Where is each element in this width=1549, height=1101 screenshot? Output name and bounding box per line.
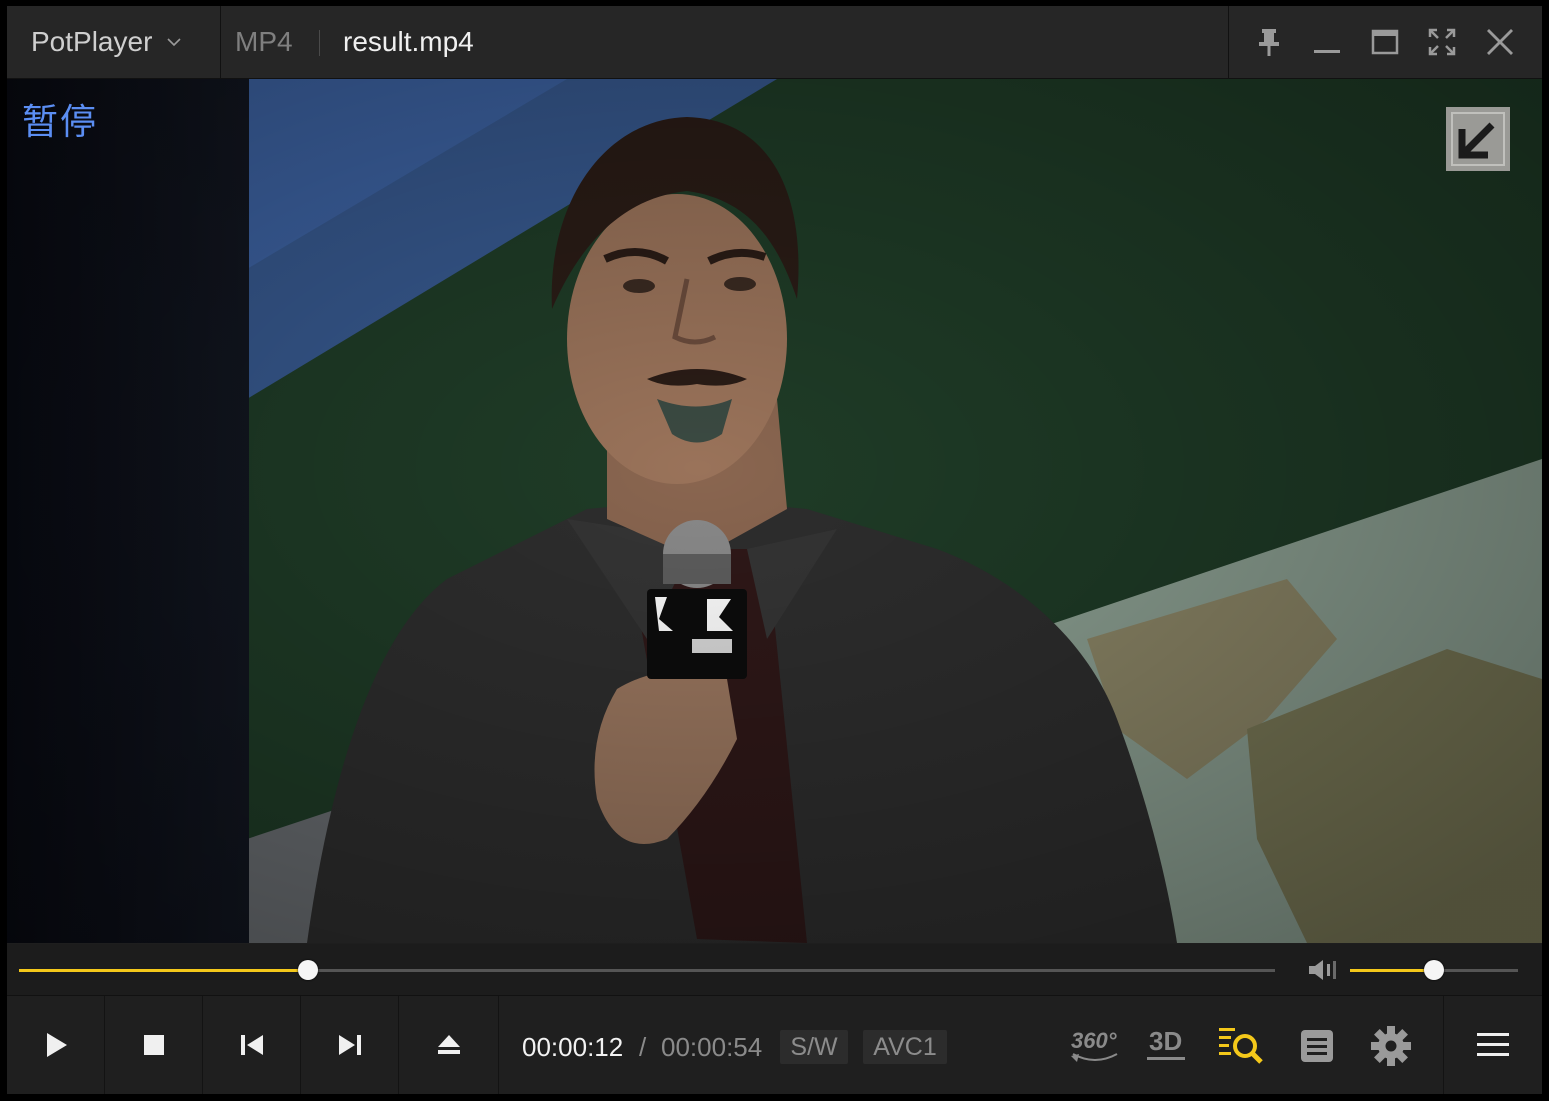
skip-previous-icon — [240, 1035, 263, 1055]
3d-label: 3D — [1149, 1026, 1182, 1056]
3d-mode-button[interactable]: 3D — [1145, 1022, 1193, 1070]
total-time[interactable]: 00:00:54 — [661, 1032, 762, 1063]
play-icon — [46, 1033, 67, 1057]
app-name: PotPlayer — [31, 26, 153, 57]
pin-icon[interactable] — [1253, 26, 1285, 58]
window-controls — [1228, 6, 1542, 78]
volume-slider[interactable] — [1350, 958, 1518, 982]
next-button[interactable] — [301, 996, 399, 1094]
vr-360-button[interactable]: 360° — [1069, 1022, 1118, 1070]
skip-next-icon — [338, 1035, 361, 1055]
stop-button[interactable] — [105, 996, 203, 1094]
playlist-icon — [1301, 1030, 1333, 1062]
minimize-icon[interactable] — [1311, 26, 1343, 58]
video-surface[interactable]: 暂停 — [7, 79, 1542, 943]
settings-button[interactable] — [1367, 1022, 1415, 1070]
search-subtitles-button[interactable] — [1217, 1022, 1265, 1070]
list-search-icon — [1219, 1028, 1263, 1064]
time-separator: / — [639, 1032, 647, 1062]
file-name: result.mp4 — [343, 26, 474, 57]
codec-badge[interactable]: AVC1 — [863, 1030, 947, 1064]
seek-bar[interactable] — [19, 958, 1275, 982]
3d-icon: 3D — [1147, 1026, 1185, 1060]
decoder-badge[interactable]: S/W — [780, 1030, 848, 1064]
video-frame — [7, 79, 1542, 943]
previous-button[interactable] — [203, 996, 301, 1094]
vr-360-icon: 360° — [1071, 1028, 1118, 1062]
seek-handle[interactable] — [297, 960, 318, 980]
close-icon[interactable] — [1484, 26, 1516, 58]
main-menu-button[interactable] — [1443, 996, 1542, 1094]
title-bar: PotPlayer MP4 result.mp4 — [7, 6, 1542, 79]
speaker-icon[interactable] — [1307, 958, 1341, 982]
exit-mini-mode-button[interactable] — [1446, 107, 1510, 171]
volume-handle[interactable] — [1424, 960, 1444, 980]
hamburger-menu-icon — [1477, 1033, 1509, 1056]
control-bar: 00:00:12 / 00:00:54 S/W AVC1 360° 3D — [7, 996, 1542, 1094]
fullscreen-icon[interactable] — [1426, 26, 1458, 58]
vr-360-label: 360° — [1071, 1028, 1117, 1053]
potplayer-window: PotPlayer MP4 result.mp4 暂停 00:00:12 / 0… — [7, 6, 1542, 1094]
stop-icon — [143, 1035, 164, 1055]
seek-row — [7, 944, 1542, 996]
eject-icon — [437, 1035, 460, 1054]
arrow-down-left-icon — [1451, 112, 1505, 166]
play-button[interactable] — [7, 996, 105, 1094]
maximize-icon[interactable] — [1369, 26, 1401, 58]
app-menu-button[interactable]: PotPlayer — [7, 6, 221, 78]
volume-level — [1350, 969, 1434, 972]
current-time[interactable]: 00:00:12 — [522, 1032, 623, 1063]
playlist-button[interactable] — [1293, 1022, 1341, 1070]
gear-icon — [1371, 1026, 1411, 1066]
seek-progress — [19, 969, 308, 972]
chevron-down-icon — [167, 38, 181, 47]
pause-status-text: 暂停 — [22, 101, 99, 142]
open-file-button[interactable] — [399, 996, 499, 1094]
file-format-label: MP4 — [235, 26, 293, 57]
title-divider — [319, 30, 320, 56]
